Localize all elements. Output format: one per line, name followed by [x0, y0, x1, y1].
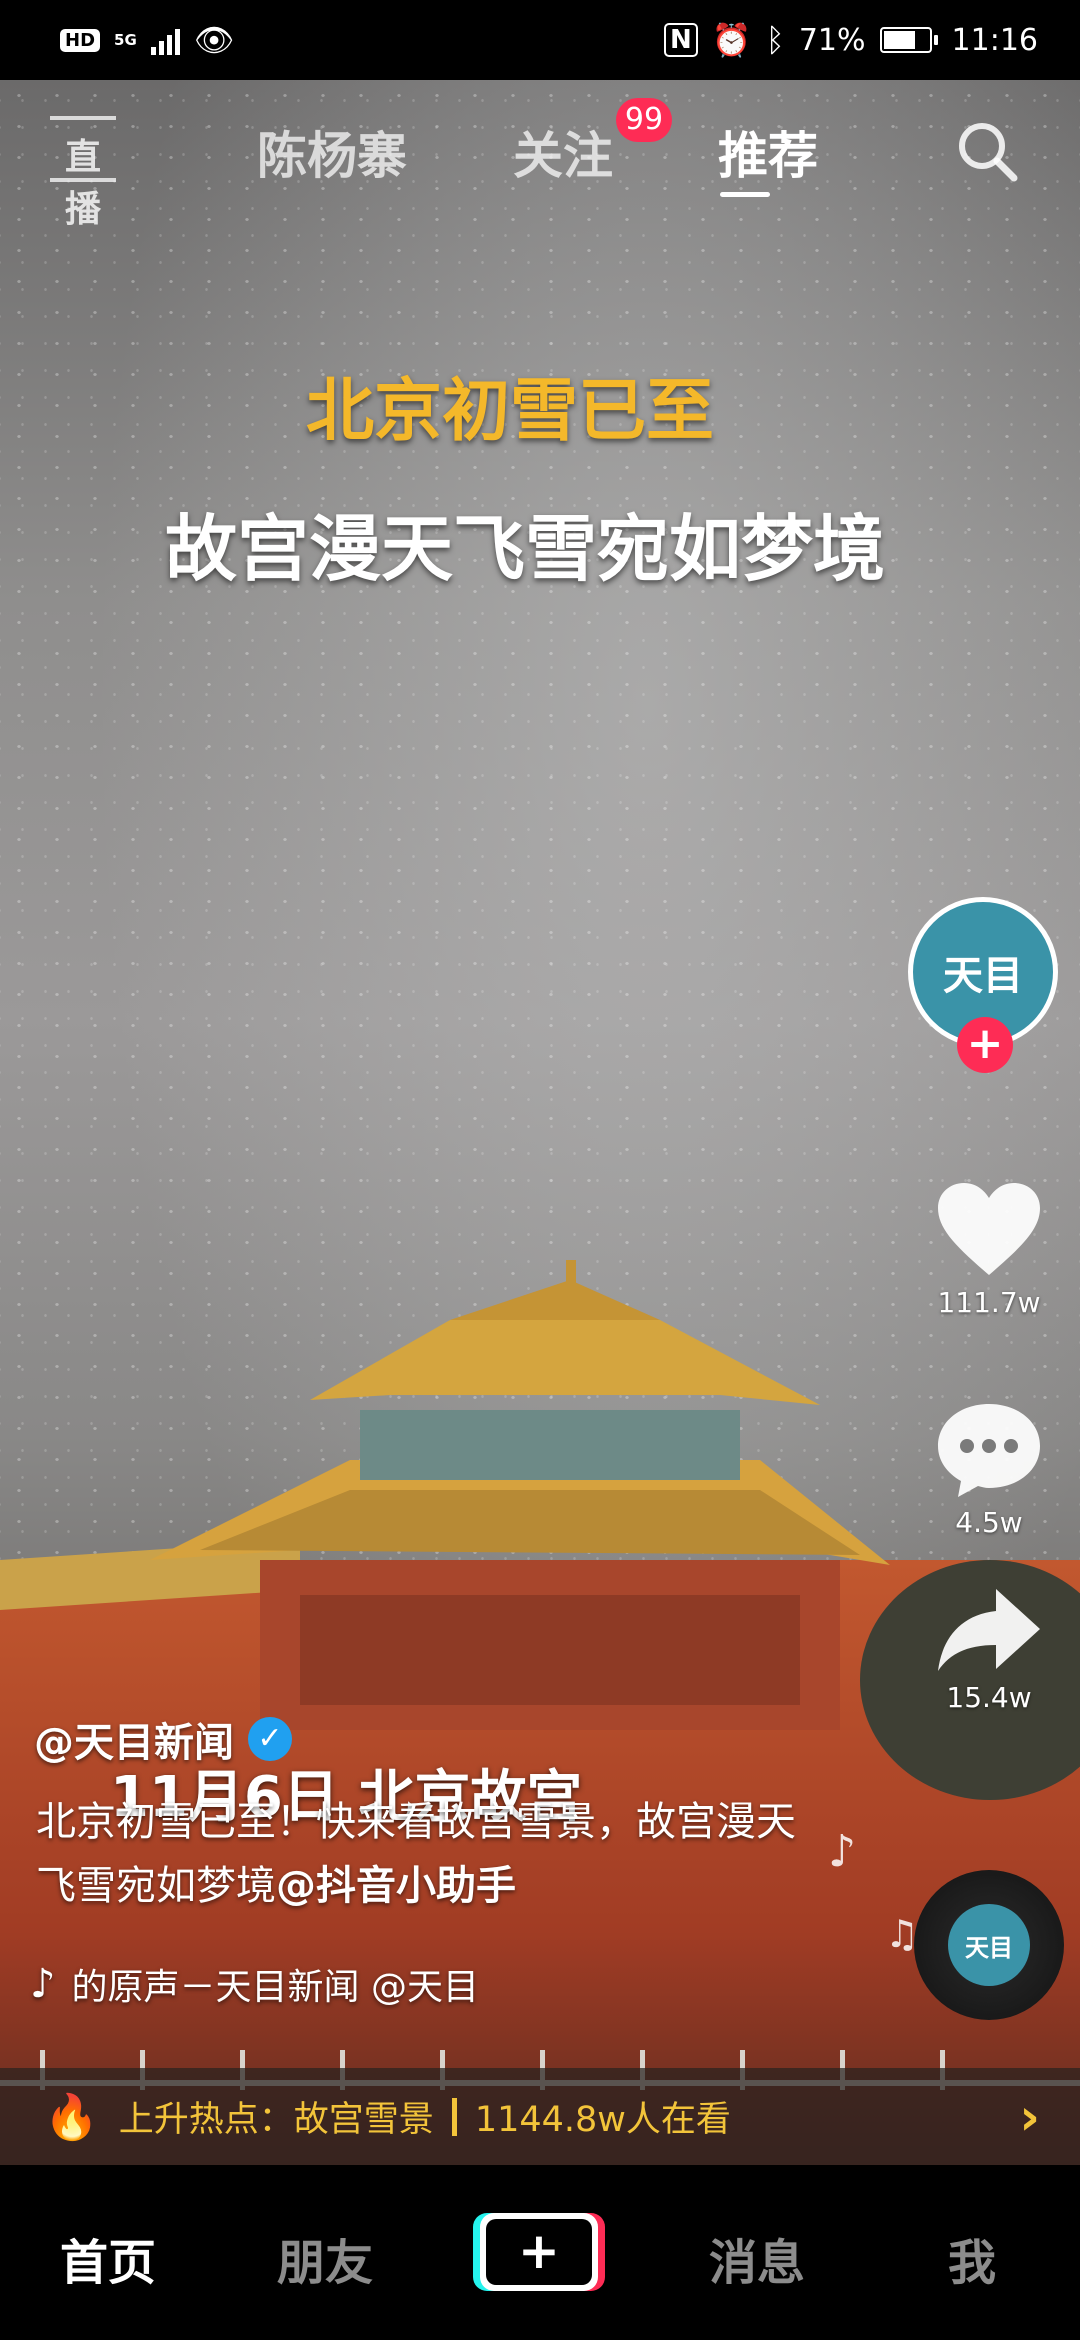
nav-home[interactable]: 首页	[60, 2223, 156, 2293]
sound-text: 的原声－天目新闻 @天目	[71, 1967, 479, 2008]
hd-icon: HD	[60, 28, 101, 52]
hot-divider	[451, 2097, 457, 2136]
nav-friends[interactable]: 朋友	[277, 2223, 373, 2293]
alarm-icon: ⏰	[711, 21, 752, 59]
video-description: 北京初雪已至！快来看故宫雪景，故宫漫天飞雪宛如梦境@抖音小助手	[36, 1790, 796, 1918]
nav-messages[interactable]: 消息	[709, 2223, 805, 2293]
tab-following[interactable]: 关注	[513, 116, 613, 188]
like-button[interactable]: 111.7w	[924, 1180, 1054, 1319]
tab-recommended[interactable]: 推荐	[718, 116, 818, 188]
hot-topic-label: 上升热点：故宫雪景	[118, 2100, 434, 2140]
description-mention[interactable]: @抖音小助手	[276, 1863, 516, 1909]
author-name[interactable]: @天目新闻	[34, 1710, 234, 1768]
author-avatar-button[interactable]: 天目 +	[908, 897, 1068, 1073]
bluetooth-icon: ᛒ	[765, 21, 785, 59]
comment-icon	[938, 1404, 1040, 1497]
bottom-nav: 首页 朋友 + 消息 我	[0, 2165, 1080, 2340]
hot-topic-bar[interactable]: 🔥 上升热点：故宫雪景 1144.8w人在看 ›	[0, 2068, 1080, 2165]
share-button[interactable]: 15.4w	[924, 1585, 1054, 1714]
create-button[interactable]: +	[480, 2213, 598, 2291]
live-button[interactable]: 直播	[50, 116, 116, 230]
clock: 11:16	[951, 22, 1038, 58]
signal-icon	[150, 25, 180, 55]
battery-percent: 71%	[798, 22, 866, 58]
video-headline-secondary: 故宫漫天飞雪宛如梦境	[164, 507, 885, 591]
music-disc-avatar: 天目	[948, 1904, 1030, 1986]
nav-me[interactable]: 我	[948, 2223, 996, 2293]
plus-icon: +	[486, 2219, 592, 2285]
video-headline-primary: 北京初雪已至	[305, 372, 714, 451]
music-disc-button[interactable]: 天目	[914, 1870, 1064, 2020]
active-tab-indicator	[720, 192, 770, 197]
tab-location[interactable]: 陈杨寨	[257, 116, 407, 188]
live-label: 直播	[64, 137, 101, 230]
share-count: 15.4w	[946, 1681, 1032, 1714]
flame-icon: 🔥	[44, 2091, 99, 2143]
comment-count: 4.5w	[955, 1506, 1023, 1539]
chevron-right-icon: ›	[1019, 2087, 1040, 2146]
tiktok-logo-icon: ♪	[30, 1961, 56, 2007]
network-type: 5G	[114, 30, 137, 49]
hot-topic-viewers: 1144.8w人在看	[474, 2100, 731, 2140]
sound-row[interactable]: ♪ 的原声－天目新闻 @天目	[30, 1958, 612, 2010]
heart-icon	[938, 1183, 1040, 1275]
author-row: @天目新闻 ✓	[34, 1710, 292, 1768]
status-bar: HD 5G 👁 N ⏰ ᛒ 71% 11:16	[0, 0, 1080, 80]
battery-icon	[879, 27, 938, 53]
following-badge: 99	[616, 98, 672, 142]
music-note-icon: ♪	[828, 1826, 857, 1877]
verified-icon: ✓	[248, 1717, 292, 1761]
share-icon	[938, 1589, 1040, 1671]
search-icon[interactable]	[954, 118, 1020, 184]
eye-icon: 👁	[193, 21, 235, 59]
nfc-icon: N	[664, 23, 698, 57]
comment-button[interactable]: 4.5w	[924, 1400, 1054, 1539]
top-nav: 直播 陈杨寨 关注 99 推荐	[0, 80, 1080, 230]
follow-plus-button[interactable]: +	[957, 1017, 1013, 1073]
like-count: 111.7w	[937, 1286, 1041, 1319]
